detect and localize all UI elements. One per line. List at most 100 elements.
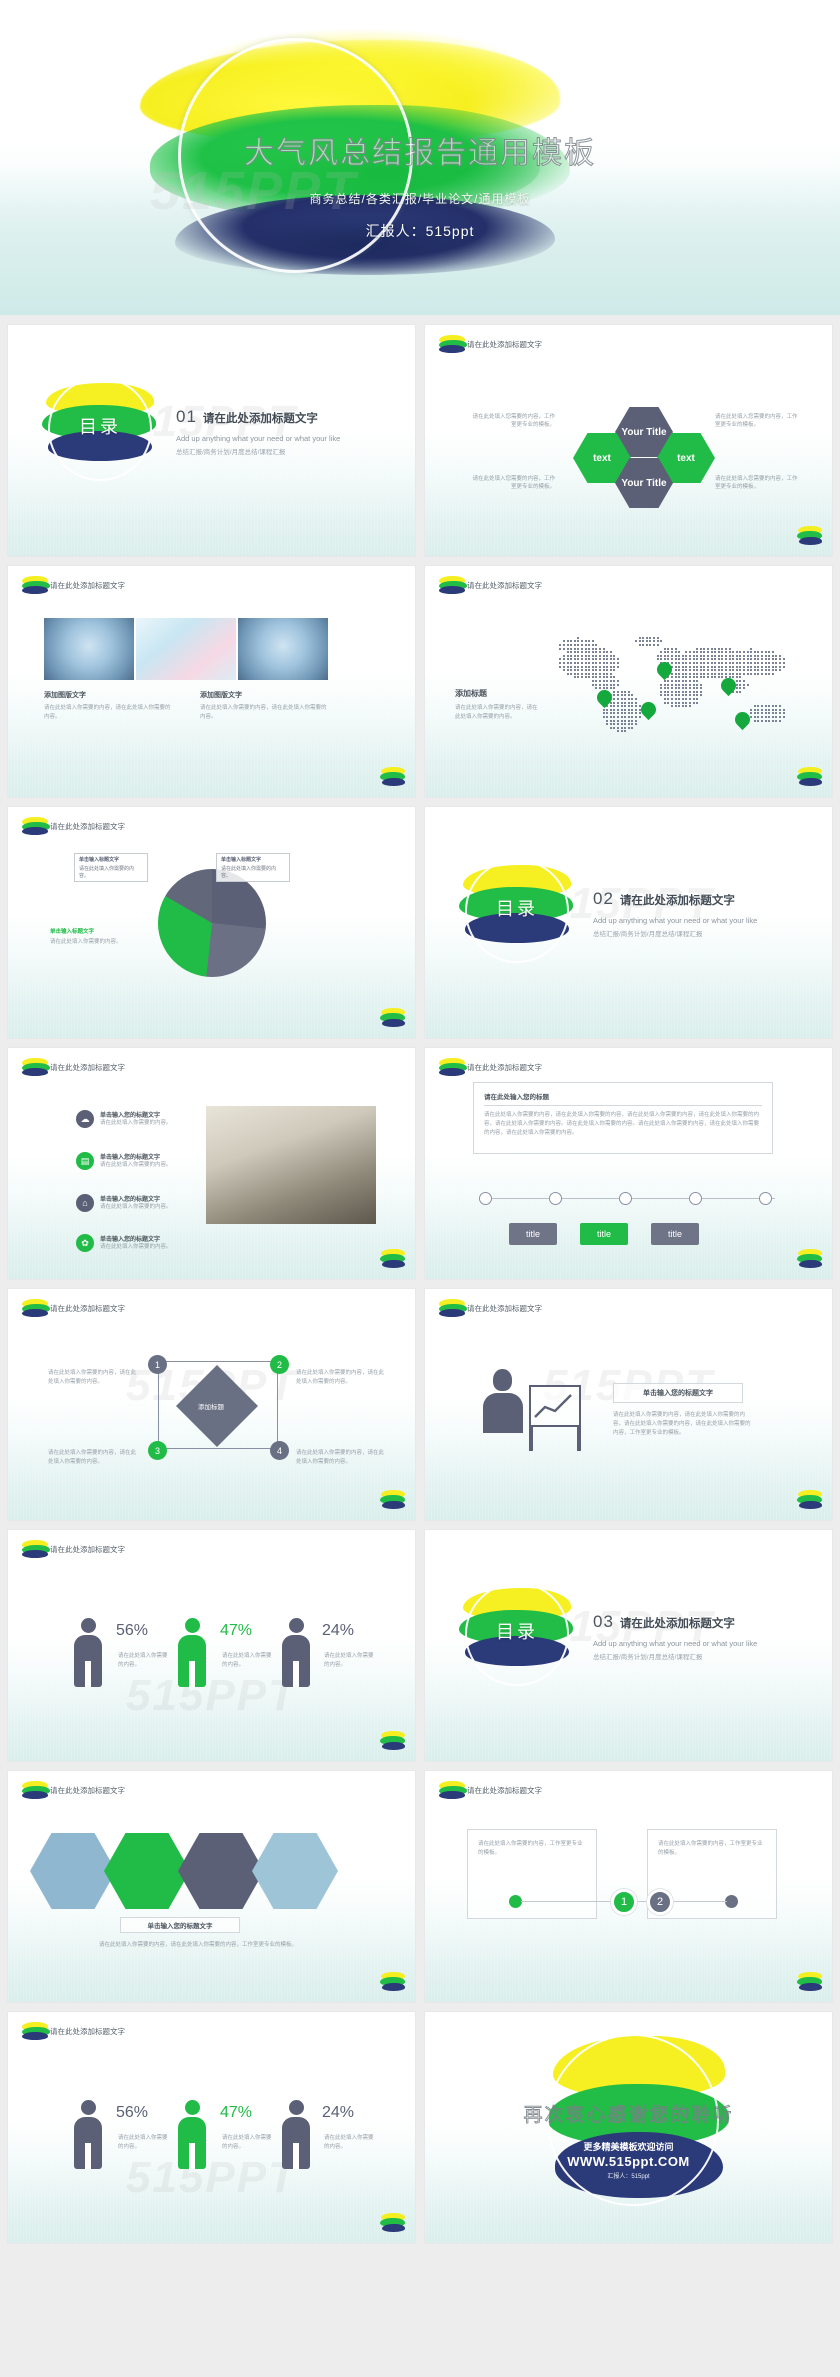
slide-toc-03[interactable]: 515PPT 目录 03 请在此处添加标题文字 Add up anything … [425, 1530, 832, 1761]
person-head [288, 2100, 304, 2115]
stripe-texture [8, 2012, 415, 2243]
timeline-node-4[interactable] [689, 1192, 702, 1205]
slide-hex-photo[interactable]: 请在此处添加标题文字 单击输入您的标题文字 请在此处填入你需要的内容，请在此处填… [8, 1771, 415, 2002]
slide-header-title: 请在此处添加标题文字 [50, 1062, 125, 1072]
slide-timeline[interactable]: 请在此处添加标题文字 请在此处输入您的标题 请在此处填入你需要的内容，请在此处填… [425, 1048, 832, 1279]
card-left[interactable]: 请在此处填入你需要的内容，工作室更专业的模板。 [467, 1829, 597, 1919]
map-caption-body: 请在此处填入你需要的内容，请在此处填入你需要的内容。 [455, 705, 538, 720]
slide-toc-02[interactable]: 515PPT 目录 02 请在此处添加标题文字 Add up anything … [425, 807, 832, 1038]
hexagon-note-top-right: 请在此处填入您需要的内容，工作室更专业的模板。 [715, 414, 798, 429]
thank-you-line-2: WWW.515ppt.COM [567, 2154, 690, 2169]
corner-brush-mark [379, 1249, 405, 1269]
card-left-body: 请在此处填入你需要的内容，工作室更专业的模板。 [478, 1841, 583, 1856]
percent-body-2: 请在此处填入你需要的内容。 [222, 2135, 272, 2150]
slide-photos[interactable]: 请在此处添加标题文字 添加图版文字 请在此处填入你需要的内容，请在此处填入你需要… [8, 566, 415, 797]
percent-body-2: 请在此处填入你需要的内容。 [222, 1653, 272, 1668]
slide-businessman[interactable]: 515PPT 请在此处添加标题文字 单击输入您的标题文字 请在此处填入你需要的内… [425, 1289, 832, 1520]
database-icon: ▤ [76, 1152, 94, 1170]
board-stand-icon [529, 1427, 533, 1451]
big-number-1[interactable]: 1 [611, 1889, 637, 1915]
icon-item-body-1: 请在此处填入你需要的内容。 [100, 1120, 172, 1126]
diamond-number-3[interactable]: 3 [148, 1441, 167, 1460]
diamond-number-4[interactable]: 4 [270, 1441, 289, 1460]
timeline-node-2[interactable] [549, 1192, 562, 1205]
number-label: 2 [656, 1896, 664, 1908]
slide-header-title: 请在此处添加标题文字 [467, 1303, 542, 1313]
hex-photo-box-title: 单击输入您的标题文字 [147, 1923, 213, 1930]
map-dot-matrix [545, 626, 815, 746]
slide-header-title: 请在此处添加标题文字 [467, 580, 542, 590]
timeline-chip-2[interactable]: title [580, 1223, 628, 1245]
percent-body-3: 请在此处填入你需要的内容。 [324, 1653, 374, 1668]
pie-callout-2: 单击输入标题文字 请在此处填入你需要的内容。 [216, 853, 290, 882]
timeline-node-3[interactable] [619, 1192, 632, 1205]
slide-diamond[interactable]: 515PPT 请在此处添加标题文字 添加标题 1 2 3 4 请在此处填入你需要… [8, 1289, 415, 1520]
photo-blossom [136, 618, 236, 680]
hero-cover-slide: 515PPT 大气风总结报告通用模板 商务总结/各类汇报/毕业论文/通用模板 汇… [0, 0, 840, 315]
percent-value-3: 24% [322, 2104, 355, 2121]
slide-two-cards[interactable]: 请在此处添加标题文字 请在此处填入你需要的内容，工作室更专业的模板。 请在此处填… [425, 1771, 832, 2002]
businessman-head-icon [493, 1369, 512, 1391]
percent-value-3: 24% [322, 1622, 355, 1639]
timeline-node-1[interactable] [479, 1192, 492, 1205]
slide-people-1[interactable]: 515PPT 请在此处添加标题文字 56% 请在此处填入你需要的内容。 47% … [8, 1530, 415, 1761]
slide-thank-you[interactable]: 再次衷心感谢您的聆听 更多精美模板欢迎访问 WWW.515ppt.COM 汇报人… [425, 2012, 832, 2243]
brush-mark-icon [439, 335, 469, 353]
slide-world-map[interactable]: 请在此处添加标题文字 添加标题 请在此处填入你需要的内容，请在此处填入你需要的内… [425, 566, 832, 797]
pie-callout-body-3: 请在此处填入你需要的内容。 [50, 939, 122, 945]
watermark-text: 515PPT [126, 2153, 297, 2203]
slide-header-title: 请在此处添加标题文字 [467, 339, 542, 349]
corner-brush-mark [379, 1490, 405, 1510]
toc-heading: 请在此处添加标题文字 [619, 1618, 735, 1630]
person-body [282, 2117, 310, 2169]
diamond-number-2[interactable]: 2 [270, 1355, 289, 1374]
photo-caption-body-left: 请在此处填入你需要的内容，请在此处填入你需要的内容。 [44, 705, 171, 720]
person-icon-2 [178, 1618, 206, 1687]
slide-header-title: 请在此处添加标题文字 [50, 821, 125, 831]
timeline-chip-label: title [667, 1229, 682, 1239]
slide-header-title: 请在此处添加标题文字 [50, 2026, 125, 2036]
businessman-box-body: 请在此处填入你需要的内容，请在此处填入你需要的内容，请在此处填入你需要的内容，请… [613, 1412, 751, 1436]
slide-icon-list[interactable]: 请在此处添加标题文字 ☁ 单击输入您的标题文字 请在此处填入你需要的内容。 ▤ … [8, 1048, 415, 1279]
photo-windmill [206, 1106, 376, 1224]
big-number-2[interactable]: 2 [647, 1889, 673, 1915]
timeline-chip-3[interactable]: title [651, 1223, 699, 1245]
slide-header-title: 请在此处添加标题文字 [467, 1785, 542, 1795]
percent-body-1: 请在此处填入你需要的内容。 [118, 1653, 168, 1668]
corner-brush-mark [379, 1008, 405, 1028]
brush-mark-icon [439, 1299, 469, 1317]
corner-brush-mark [796, 526, 822, 546]
hero-title: 大气风总结报告通用模板 [244, 137, 596, 171]
hexagon-note-top-left: 请在此处填入您需要的内容，工作室更专业的模板。 [472, 414, 555, 429]
corner-brush-mark [796, 1490, 822, 1510]
person-icon-1 [74, 2100, 102, 2169]
brush-mark-icon [22, 576, 52, 594]
slide-header: 请在此处添加标题文字 [22, 2022, 125, 2040]
timeline-chip-1[interactable]: title [509, 1223, 557, 1245]
card-right-body: 请在此处填入你需要的内容，工作室更专业的模板。 [658, 1841, 763, 1856]
corner-brush-mark [796, 767, 822, 787]
toc-heading-block: 03 请在此处添加标题文字 Add up anything what your … [593, 1612, 757, 1661]
timeline-node-5[interactable] [759, 1192, 772, 1205]
slide-header: 请在此处添加标题文字 [439, 1299, 542, 1317]
icon-item-title-3: 单击输入您的标题文字 [100, 1197, 161, 1203]
percent-value-1: 56% [116, 1622, 149, 1639]
slide-header-title: 请在此处添加标题文字 [50, 1303, 125, 1313]
stripe-texture [8, 566, 415, 797]
brush-mark-icon [439, 576, 469, 594]
toc-heading: 请在此处添加标题文字 [202, 413, 318, 425]
slide-header-title: 请在此处添加标题文字 [50, 1544, 125, 1554]
slide-hexagon[interactable]: 请在此处添加标题文字 Your Title text text Your Tit… [425, 325, 832, 556]
slide-people-2[interactable]: 515PPT 请在此处添加标题文字 56% 请在此处填入你需要的内容。 47% … [8, 2012, 415, 2243]
slide-header: 请在此处添加标题文字 [22, 1781, 125, 1799]
photo-caption-title-right: 添加图版文字 [200, 692, 242, 699]
diamond-number-1[interactable]: 1 [148, 1355, 167, 1374]
thank-you-title: 再次衷心感谢您的聆听 [523, 2105, 734, 2127]
icon-item-body-4: 请在此处填入你需要的内容。 [100, 1244, 172, 1250]
slide-toc-01[interactable]: 515PPT 目录 01 请在此处添加标题文字 Add up anything … [8, 325, 415, 556]
slide-pie-chart[interactable]: 请在此处添加标题文字 单击输入标题文字 请在此处填入你需要的内容。 单击输入标题… [8, 807, 415, 1038]
businessman-box-title-frame: 单击输入您的标题文字 [613, 1383, 743, 1403]
hexagon-label: text [677, 452, 695, 464]
cloud-icon: ☁ [76, 1110, 94, 1128]
number-label: 4 [276, 1445, 282, 1456]
